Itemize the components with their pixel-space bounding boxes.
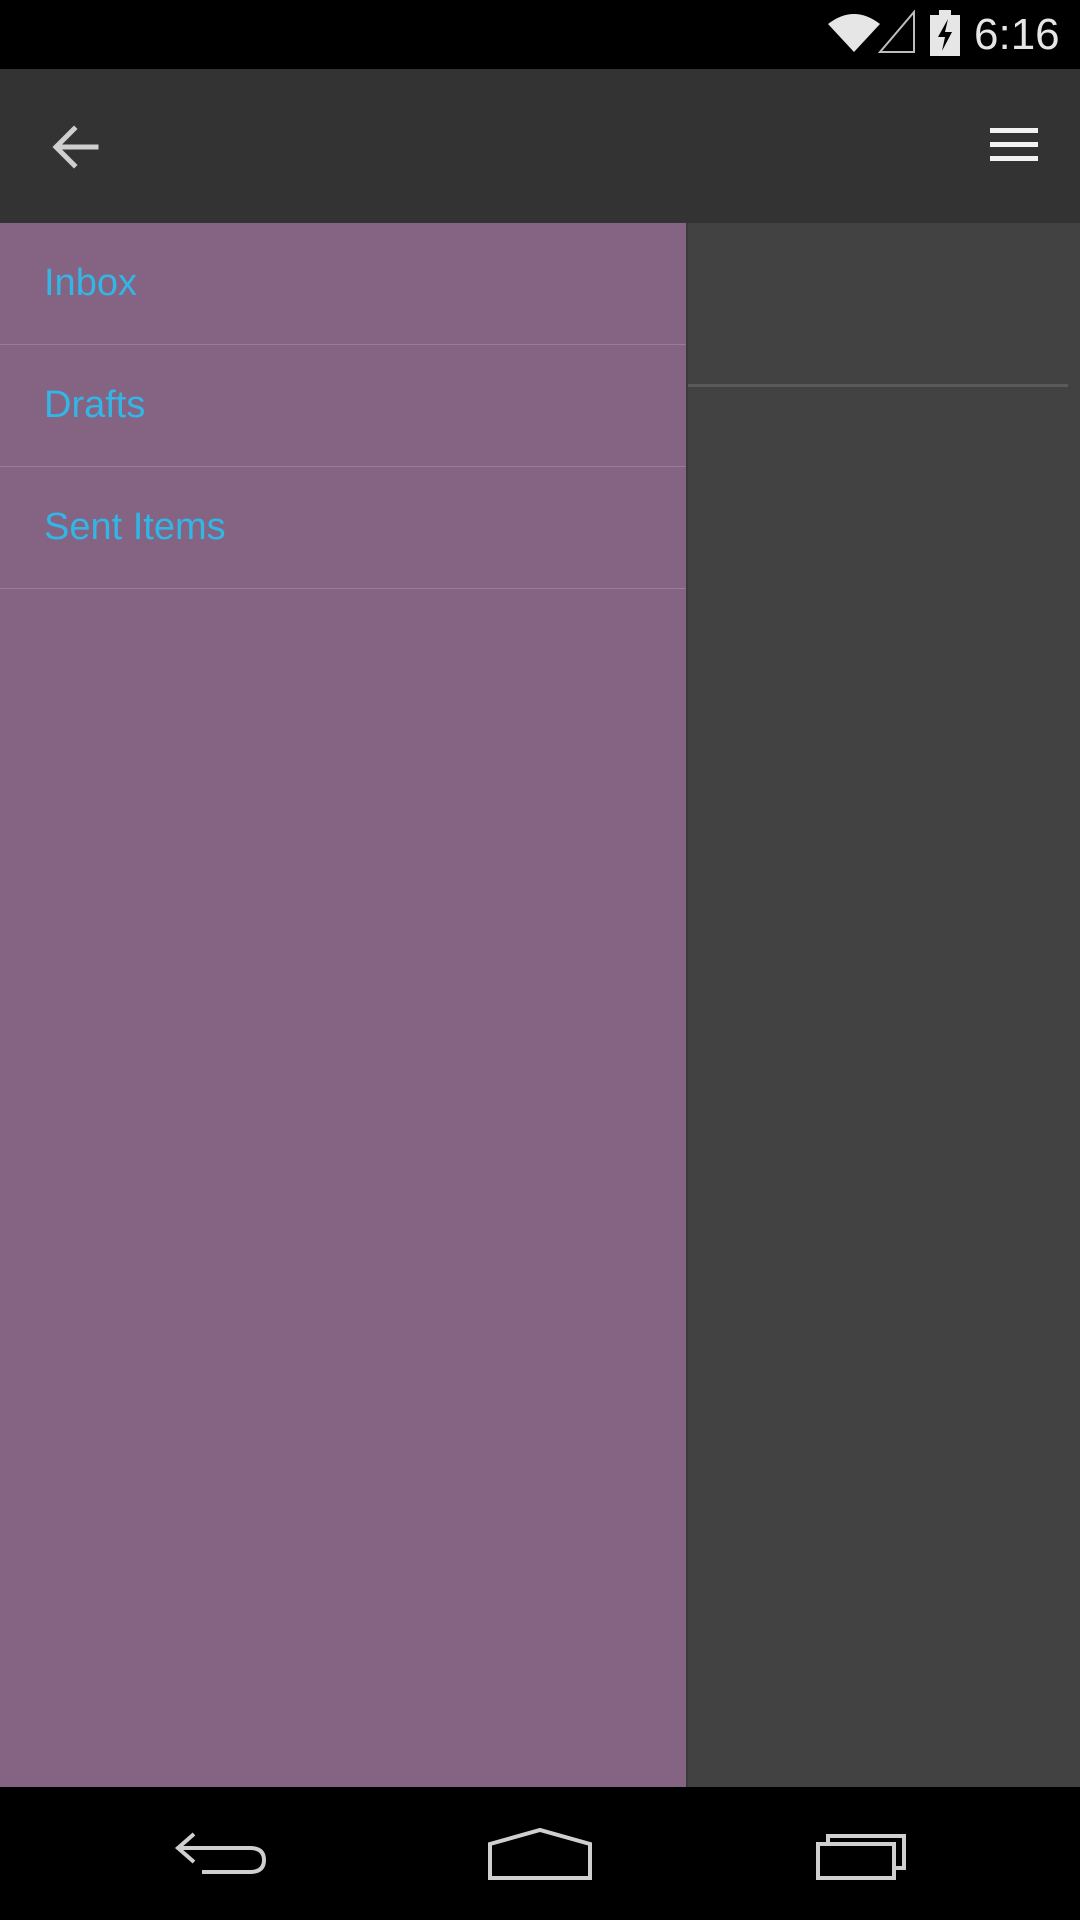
- cell-signal-icon: [878, 10, 915, 53]
- drawer-item-label: Sent Items: [44, 506, 226, 548]
- drawer-item-label: Inbox: [44, 262, 137, 304]
- status-bar: 6:16: [0, 0, 1080, 69]
- hamburger-menu-icon: [990, 128, 1038, 161]
- content-divider: [688, 384, 1068, 387]
- status-time: 6:16: [974, 10, 1060, 59]
- drawer-list: Inbox Drafts Sent Items: [0, 223, 686, 589]
- back-button[interactable]: [36, 107, 116, 187]
- navigation-drawer: Inbox Drafts Sent Items: [0, 223, 688, 1787]
- nav-recents-icon: [816, 1833, 906, 1880]
- nav-home-button[interactable]: [440, 1787, 640, 1920]
- battery-charging-icon: [930, 10, 960, 56]
- drawer-item-sent-items[interactable]: Sent Items: [0, 467, 686, 589]
- nav-back-button[interactable]: [120, 1787, 320, 1920]
- action-bar: [0, 69, 1080, 223]
- nav-recents-button[interactable]: [762, 1787, 962, 1920]
- drawer-item-drafts[interactable]: Drafts: [0, 345, 686, 467]
- wifi-icon: [828, 14, 880, 52]
- nav-back-icon: [174, 1831, 267, 1874]
- menu-button[interactable]: [978, 109, 1050, 181]
- nav-home-icon: [488, 1827, 592, 1880]
- arrow-left-icon: [52, 125, 99, 169]
- system-nav-bar: [0, 1787, 1080, 1920]
- drawer-item-label: Drafts: [44, 384, 146, 426]
- drawer-item-inbox[interactable]: Inbox: [0, 223, 686, 345]
- screen: 6:16 Inbox Drafts Sent Items: [0, 0, 1080, 1920]
